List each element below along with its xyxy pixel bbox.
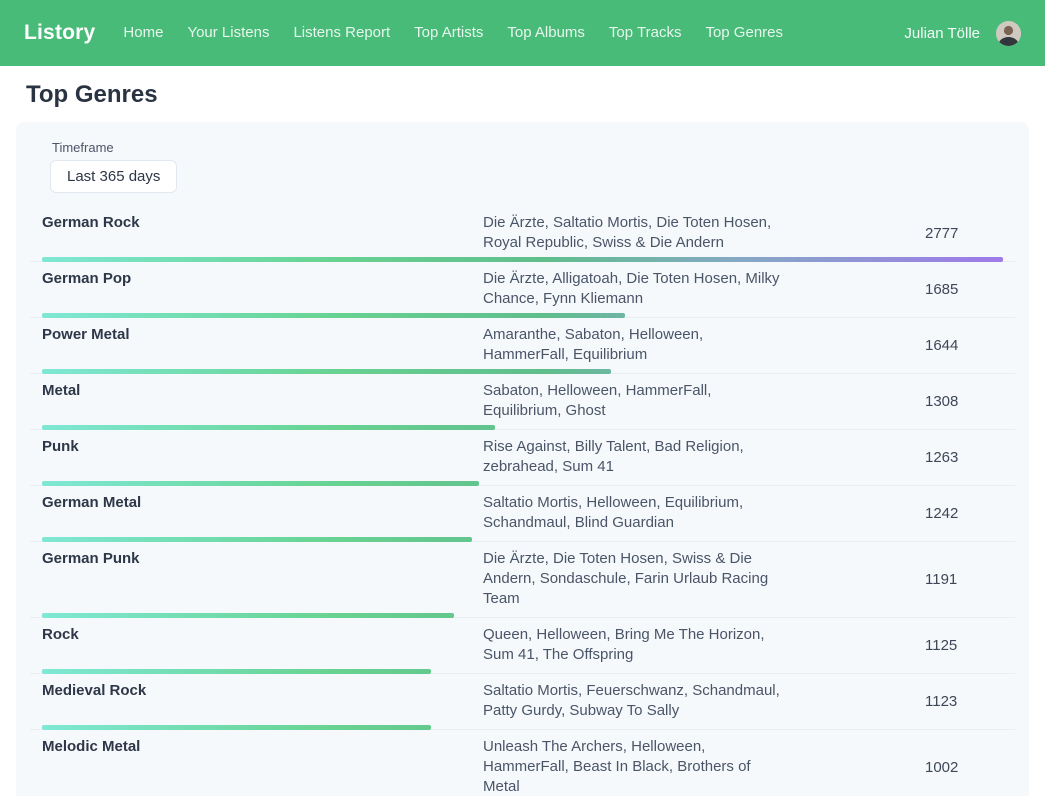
genre-count: 1242 — [925, 505, 1015, 522]
user-menu[interactable]: Julian Tölle — [904, 21, 1021, 46]
brand-logo[interactable]: Listory — [24, 21, 95, 45]
genre-artists: Saltatio Mortis, Helloween, Equilibrium,… — [483, 493, 791, 533]
genre-name: German Punk — [30, 549, 483, 569]
genre-count: 1002 — [925, 759, 1015, 776]
table-row: Melodic Metal Unleash The Archers, Hello… — [30, 730, 1015, 796]
top-navbar: Listory Home Your Listens Listens Report… — [0, 0, 1045, 66]
table-row: German Pop Die Ärzte, Alligatoah, Die To… — [30, 262, 1015, 318]
nav-link[interactable]: Listens Report — [293, 24, 390, 41]
user-name: Julian Tölle — [904, 25, 980, 42]
nav-item: Top Albums — [507, 24, 585, 42]
genre-count: 1308 — [925, 393, 1015, 410]
genre-artists: Unleash The Archers, Helloween, HammerFa… — [483, 737, 791, 796]
genre-count: 1125 — [925, 637, 1015, 654]
genre-artists: Saltatio Mortis, Feuerschwanz, Schandmau… — [483, 681, 791, 721]
genre-name: Medieval Rock — [30, 681, 483, 701]
table-row: Power Metal Amaranthe, Sabaton, Hellowee… — [30, 318, 1015, 374]
table-row: Rock Queen, Helloween, Bring Me The Hori… — [30, 618, 1015, 674]
genre-count: 1685 — [925, 281, 1015, 298]
genre-artists: Die Ärzte, Saltatio Mortis, Die Toten Ho… — [483, 213, 791, 253]
genre-artists: Die Ärzte, Alligatoah, Die Toten Hosen, … — [483, 269, 791, 309]
nav-item: Listens Report — [293, 24, 390, 42]
genre-count: 1644 — [925, 337, 1015, 354]
genre-artists: Queen, Helloween, Bring Me The Horizon, … — [483, 625, 791, 665]
page-title: Top Genres — [26, 81, 1029, 109]
table-row: Punk Rise Against, Billy Talent, Bad Rel… — [30, 430, 1015, 486]
genre-count: 1263 — [925, 449, 1015, 466]
genre-artists: Rise Against, Billy Talent, Bad Religion… — [483, 437, 791, 477]
genre-artists: Sabaton, Helloween, HammerFall, Equilibr… — [483, 381, 791, 421]
nav-item: Top Artists — [414, 24, 483, 42]
genre-artists: Amaranthe, Sabaton, Helloween, HammerFal… — [483, 325, 791, 365]
nav-item: Your Listens — [187, 24, 269, 42]
nav-item: Top Genres — [705, 24, 783, 42]
table-row: Medieval Rock Saltatio Mortis, Feuerschw… — [30, 674, 1015, 730]
genre-name: Punk — [30, 437, 483, 457]
nav-item: Top Tracks — [609, 24, 682, 42]
nav-link[interactable]: Your Listens — [187, 24, 269, 41]
nav-link[interactable]: Top Genres — [705, 24, 783, 41]
genre-count: 2777 — [925, 225, 1015, 242]
user-photo-icon — [996, 21, 1021, 46]
genres-card: Timeframe Last 365 days German Rock Die … — [16, 122, 1029, 796]
genre-name: Power Metal — [30, 325, 483, 345]
nav-link[interactable]: Top Albums — [507, 24, 585, 41]
timeframe-label: Timeframe — [52, 140, 1015, 155]
table-row: German Punk Die Ärzte, Die Toten Hosen, … — [30, 542, 1015, 618]
genre-name: Metal — [30, 381, 483, 401]
table-row: German Rock Die Ärzte, Saltatio Mortis, … — [30, 206, 1015, 262]
main-content: Top Genres Timeframe Last 365 days Germa… — [0, 81, 1045, 796]
table-row: Metal Sabaton, Helloween, HammerFall, Eq… — [30, 374, 1015, 430]
timeframe-select-button[interactable]: Last 365 days — [50, 160, 177, 193]
nav-item: Home — [123, 24, 163, 42]
genre-name: German Metal — [30, 493, 483, 513]
table-row: German Metal Saltatio Mortis, Helloween,… — [30, 486, 1015, 542]
genre-artists: Die Ärzte, Die Toten Hosen, Swiss & Die … — [483, 549, 791, 609]
genre-name: Melodic Metal — [30, 737, 483, 757]
genre-name: Rock — [30, 625, 483, 645]
nav-items: Home Your Listens Listens Report Top Art… — [123, 24, 783, 42]
user-avatar[interactable] — [996, 21, 1021, 46]
genre-table: German Rock Die Ärzte, Saltatio Mortis, … — [30, 206, 1015, 796]
genre-name: German Rock — [30, 213, 483, 233]
genre-name: German Pop — [30, 269, 483, 289]
genre-count: 1123 — [925, 693, 1015, 710]
genre-count: 1191 — [925, 571, 1015, 588]
nav-link[interactable]: Home — [123, 24, 163, 41]
nav-link[interactable]: Top Tracks — [609, 24, 682, 41]
nav-link[interactable]: Top Artists — [414, 24, 483, 41]
